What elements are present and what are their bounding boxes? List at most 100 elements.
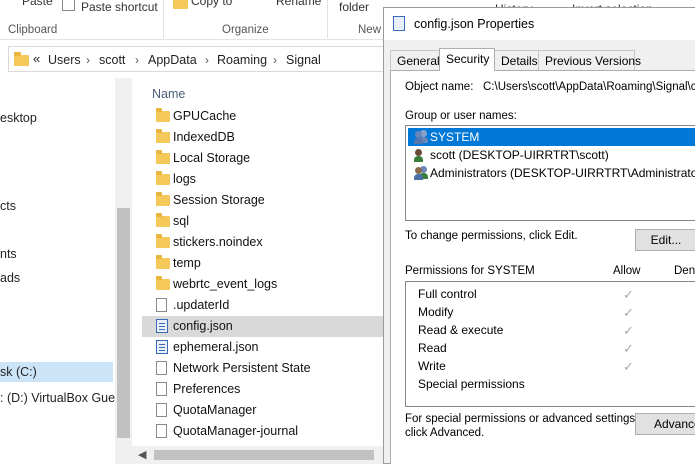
permission-name: Read & execute [418, 323, 504, 337]
edit-button[interactable]: Edit... [635, 229, 695, 251]
nav-item-local-disk-c[interactable]: sk (C:) [0, 362, 113, 382]
tab-security[interactable]: Security [439, 48, 495, 71]
permissions-list[interactable]: Full control ✓ Modify ✓ Read & execute ✓ Read ✓… [405, 281, 695, 407]
clipboard-group-label: Clipboard [8, 24, 58, 36]
breadcrumb-overflow[interactable]: « [33, 51, 40, 66]
allow-column-header: Allow [613, 265, 641, 277]
new-folder-label: folder [339, 0, 370, 14]
file-row[interactable]: Preferences [150, 379, 390, 400]
tab-details[interactable]: Details [494, 50, 539, 70]
nav-item-documents[interactable]: cts [0, 199, 16, 213]
paste-shortcut-button[interactable]: Paste shortcut [81, 0, 158, 14]
breadcrumb-users[interactable]: Users [48, 53, 81, 67]
permission-row: Write ✓ [406, 358, 695, 376]
file-row[interactable]: Local Storage [150, 148, 390, 169]
allow-check-icon: ✓ [623, 359, 634, 374]
tab-general[interactable]: General [390, 50, 440, 70]
properties-dialog: config.json Properties General Security … [383, 7, 695, 464]
group-users-label: Group or user names: [405, 110, 517, 122]
user-list-item[interactable]: scott (DESKTOP-UIRRTRT\scott) [408, 146, 695, 164]
permission-name: Write [418, 359, 446, 373]
file-name: Session Storage [173, 193, 265, 207]
folder-icon [156, 276, 170, 290]
change-permissions-text: To change permissions, click Edit. [405, 230, 578, 242]
file-list: Name GPUCache IndexedDB Local Storage logs S… [132, 78, 384, 448]
folder-icon [156, 129, 170, 143]
address-bar[interactable]: « Users › scott › AppData › Roaming › Si… [8, 46, 388, 72]
copy-to-icon [173, 0, 188, 9]
folder-icon [14, 52, 29, 66]
dialog-title: config.json Properties [414, 17, 535, 31]
file-name: stickers.noindex [173, 235, 263, 249]
paste-button[interactable]: Paste [22, 0, 53, 8]
file-name: Network Persistent State [173, 361, 311, 375]
nav-scrollbar-thumb[interactable] [117, 208, 130, 438]
permission-row: Special permissions [406, 376, 695, 394]
file-icon [156, 382, 167, 396]
permission-name: Modify [418, 305, 454, 319]
permission-row: Read ✓ [406, 340, 695, 358]
file-row[interactable]: temp [150, 253, 390, 274]
permission-name: Special permissions [418, 377, 525, 391]
breadcrumb-scott[interactable]: scott [99, 53, 125, 67]
file-row[interactable]: ephemeral.json [150, 337, 390, 358]
file-icon [156, 403, 167, 417]
copy-to-button[interactable]: Copy to [191, 0, 232, 8]
breadcrumb-signal[interactable]: Signal [286, 53, 321, 67]
breadcrumb-appdata[interactable]: AppData [148, 53, 197, 67]
horizontal-scrollbar[interactable]: ◀ [132, 446, 384, 464]
file-row[interactable]: GPUCache [150, 106, 390, 127]
deny-column-header: Deny [674, 265, 695, 277]
file-name: config.json [173, 319, 233, 333]
nav-item-virtualbox-d[interactable]: : (D:) VirtualBox Guest [0, 391, 125, 405]
folder-icon [156, 192, 170, 206]
object-name-label: Object name: [405, 81, 474, 93]
file-name: GPUCache [173, 109, 237, 123]
file-icon [156, 298, 167, 312]
file-row[interactable]: webrtc_event_logs [150, 274, 390, 295]
nav-item-desktop[interactable]: esktop [0, 111, 37, 125]
nav-scrollbar[interactable] [115, 78, 132, 464]
breadcrumb-roaming[interactable]: Roaming [217, 53, 267, 67]
permission-name: Full control [418, 287, 477, 301]
column-header-name[interactable]: Name [152, 87, 185, 101]
ribbon-divider [163, 0, 164, 38]
allow-check-icon: ✓ [623, 323, 634, 338]
rename-button[interactable]: Rename [276, 0, 321, 8]
user-name: Administrators (DESKTOP-UIRRTRT\Administ… [430, 166, 695, 180]
file-row[interactable]: QuotaManager [150, 400, 390, 421]
nav-item-attachments[interactable]: nts [0, 247, 17, 261]
tab-previous-versions[interactable]: Previous Versions [538, 50, 641, 70]
horizontal-scrollbar-thumb[interactable] [154, 450, 374, 460]
file-row[interactable]: Session Storage [150, 190, 390, 211]
file-name: temp [173, 256, 201, 270]
file-row[interactable]: IndexedDB [150, 127, 390, 148]
nav-item-downloads[interactable]: ads [0, 271, 20, 285]
user-list-item[interactable]: Administrators (DESKTOP-UIRRTRT\Administ… [408, 164, 695, 182]
user-name: SYSTEM [430, 130, 480, 144]
file-row[interactable]: sql [150, 211, 390, 232]
file-row[interactable]: .updaterId [150, 295, 390, 316]
permission-row: Read & execute ✓ [406, 322, 695, 340]
file-name: logs [173, 172, 196, 186]
dialog-title-bar[interactable]: config.json Properties [384, 8, 695, 40]
user-name: scott (DESKTOP-UIRRTRT\scott) [430, 148, 609, 162]
scroll-left-icon[interactable]: ◀ [138, 448, 146, 461]
file-row[interactable]: QuotaManager-journal [150, 421, 390, 442]
file-name: IndexedDB [173, 130, 235, 144]
permission-row: Modify ✓ [406, 304, 695, 322]
file-name: webrtc_event_logs [173, 277, 278, 291]
file-row[interactable]: logs [150, 169, 390, 190]
users-listbox[interactable]: SYSTEM scott (DESKTOP-UIRRTRT\scott) Admin… [405, 125, 695, 221]
file-name: QuotaManager [173, 403, 257, 417]
user-list-item[interactable]: SYSTEM [408, 128, 695, 146]
folder-icon [156, 108, 170, 122]
file-row[interactable]: stickers.noindex [150, 232, 390, 253]
file-name: sql [173, 214, 189, 228]
security-tab-page: Object name: C:\Users\scott\AppData\Roam… [390, 70, 695, 464]
file-row[interactable]: config.json [142, 316, 384, 337]
new-folder-button[interactable]: folder [339, 0, 369, 14]
advanced-button[interactable]: Advanced [635, 413, 695, 435]
file-row[interactable]: Network Persistent State [150, 358, 390, 379]
folder-icon [156, 150, 170, 164]
